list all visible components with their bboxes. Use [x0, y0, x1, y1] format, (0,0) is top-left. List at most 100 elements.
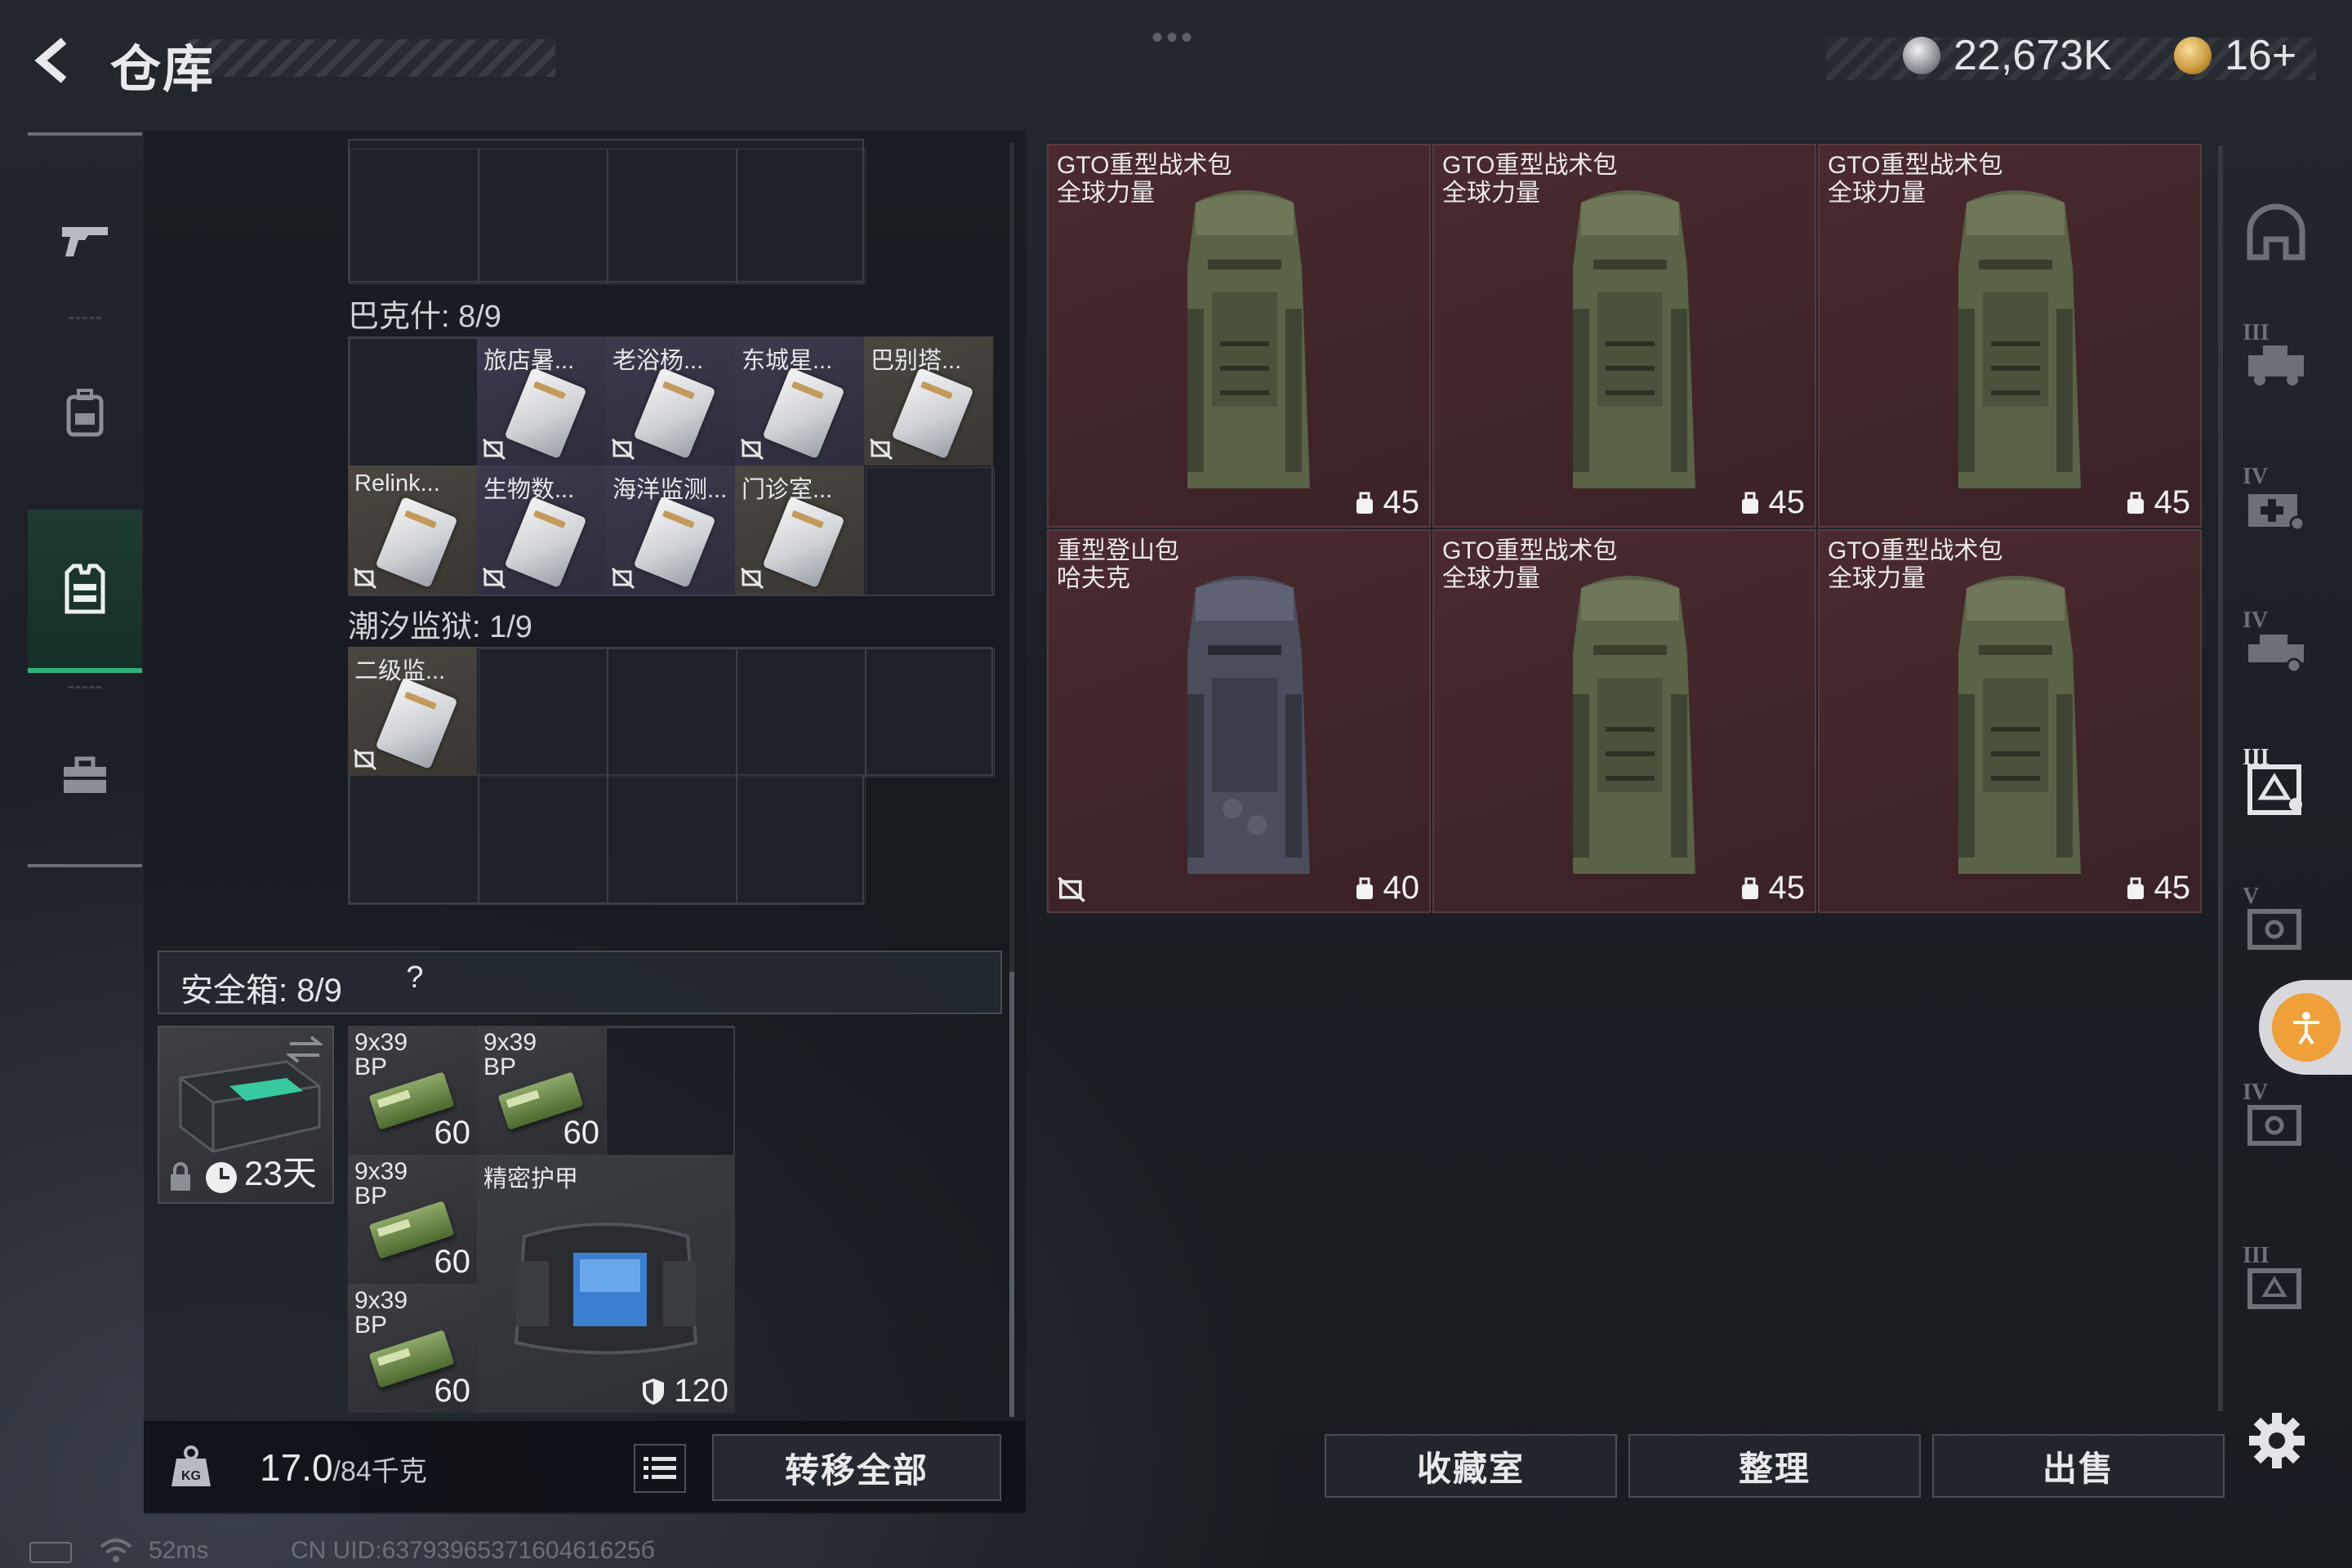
grid-cell[interactable] [350, 149, 479, 284]
currency-silver[interactable]: 22,673K [1903, 31, 2112, 80]
capacity-wrap: 45 [1740, 870, 1806, 906]
armor-value-wrap: 120 [641, 1373, 728, 1410]
capacity-wrap: 45 [1740, 484, 1805, 521]
safe-box-case[interactable]: 23天 [158, 1026, 334, 1204]
backpack-item[interactable]: 重型登山包 哈夫克 40 [1047, 529, 1431, 913]
ammo-count: 60 [563, 1115, 600, 1151]
stash-tab[interactable]: III [2226, 302, 2326, 425]
backpack-image [1187, 576, 1310, 874]
ammo-type: BP [354, 1183, 388, 1209]
backpack-item[interactable]: GTO重型战术包 全球力量 45 [1818, 529, 2202, 913]
back-arrow-icon [34, 38, 67, 83]
accessibility-float-button[interactable] [2259, 980, 2352, 1075]
armor-item[interactable]: 精密护甲 120 [477, 1155, 735, 1413]
keycard-image [762, 496, 845, 589]
backpack-image [1573, 576, 1695, 874]
grid-cell[interactable] [737, 774, 866, 903]
backpack-item[interactable]: GTO重型战术包 全球力量 45 [1818, 144, 2202, 528]
keycard-item[interactable]: Relink... [348, 466, 477, 595]
stash-tab[interactable]: V [2226, 866, 2326, 988]
backpack-item[interactable]: GTO重型战术包 全球力量 45 [1432, 529, 1816, 913]
ammo-item[interactable]: 9x39 BP 60 [348, 1026, 477, 1155]
grid-cell[interactable] [350, 774, 479, 903]
keycard-item[interactable]: 巴别塔... [864, 336, 993, 466]
stash-panel: GTO重型战术包 全球力量 45 GTO重型战术包 全球力量 45 GTO重型战… [1044, 142, 2210, 1488]
keycard-item[interactable]: 东城星... [735, 336, 864, 466]
item-label: 门诊室... [742, 477, 833, 503]
collection-room-button[interactable]: 收藏室 [1325, 1434, 1617, 1498]
keycard-item[interactable]: 老浴杨... [606, 336, 735, 466]
keycard-item[interactable]: 海洋监测... [606, 466, 735, 595]
grid-cell[interactable] [608, 648, 737, 777]
weight-icon: KG [172, 1446, 211, 1486]
backpack-image [1573, 190, 1695, 488]
backpack-capacity-icon [1741, 877, 1758, 899]
grid-cell[interactable] [608, 149, 737, 284]
keycard-image [504, 367, 587, 460]
keycard-item[interactable]: 门诊室... [735, 466, 864, 595]
keycard-item[interactable]: 旅店暑... [477, 336, 606, 466]
stash-tab[interactable]: III [2226, 1225, 2326, 1348]
stash-tab[interactable] [2226, 172, 2326, 294]
nav-weapons[interactable] [28, 158, 142, 322]
ammo-caliber: 9x39 [354, 1029, 408, 1056]
backpack-item[interactable]: GTO重型战术包 全球力量 45 [1432, 144, 1816, 528]
tab-tier: IV [2243, 1080, 2269, 1105]
stash-tab[interactable]: IV [2226, 590, 2326, 712]
grid-cell[interactable] [350, 338, 479, 467]
grid-cell[interactable] [866, 467, 995, 596]
grid-cell[interactable] [479, 774, 608, 903]
organize-button[interactable]: 整理 [1628, 1434, 1921, 1498]
weight-readout: 17.0/84千克 [260, 1446, 427, 1490]
stash-tab[interactable]: IV [2226, 446, 2326, 568]
tab-tier: IV [2243, 464, 2269, 489]
no-drop-icon [1058, 876, 1085, 902]
ammo-label: 9x39 BP [354, 1031, 408, 1080]
more-dots-icon[interactable]: ••• [1152, 20, 1196, 56]
nav-toolbox[interactable] [28, 694, 142, 858]
stash-scrollbar[interactable] [2218, 145, 2223, 1411]
currency-gold-value: 16+ [2225, 32, 2297, 79]
item-label: Relink... [354, 470, 440, 497]
backpack-capacity: 45 [1768, 870, 1806, 906]
backpack-brand: 全球力量 [1057, 180, 1155, 207]
ping-readout: 52ms [149, 1537, 209, 1564]
ammo-item[interactable]: 9x39 BP 60 [348, 1284, 477, 1413]
no-drop-icon [740, 567, 764, 590]
keycard-item[interactable]: 二级监... [348, 647, 477, 776]
nav-backpacks[interactable] [28, 332, 142, 495]
grid-cell[interactable] [606, 1027, 735, 1156]
transfer-all-button[interactable]: 转移全部 [712, 1434, 1001, 1501]
safe-box-title: 安全箱: 8/9 [180, 973, 342, 1009]
currency-gold[interactable]: 16+ [2174, 31, 2296, 80]
grid-cell[interactable] [608, 774, 737, 903]
inventory-scrollbar-thumb[interactable] [1009, 972, 1014, 1417]
settings-gear-icon[interactable] [2247, 1411, 2306, 1470]
grid-cell[interactable] [866, 648, 995, 777]
backpack-brand: 哈夫克 [1057, 565, 1130, 592]
ammo-item[interactable]: 9x39 BP 60 [477, 1026, 606, 1155]
tidal-prison-grid-lower [348, 774, 866, 905]
grid-cell[interactable] [737, 149, 866, 284]
backpack-capacity: 45 [2154, 484, 2191, 520]
list-view-button[interactable] [634, 1444, 686, 1493]
nav-vests[interactable] [28, 510, 142, 673]
ammo-item[interactable]: 9x39 BP 60 [348, 1155, 477, 1284]
back-button[interactable] [24, 29, 87, 91]
grid-cell[interactable] [479, 149, 608, 284]
swap-icon[interactable] [287, 1036, 323, 1063]
grid-cell[interactable] [479, 648, 608, 777]
stash-tab[interactable]: IV [2226, 1062, 2326, 1184]
lock-icon [171, 1162, 190, 1191]
help-button[interactable]: ? [396, 960, 434, 1003]
keycard-item[interactable]: 生物数... [477, 466, 606, 595]
sell-button[interactable]: 出售 [1932, 1434, 2225, 1498]
stash-tab-active[interactable]: III [2226, 727, 2326, 849]
item-label: 老浴杨... [612, 348, 704, 374]
backpack-item[interactable]: GTO重型战术包 全球力量 45 [1047, 144, 1431, 528]
previous-section-grid [348, 139, 866, 284]
grid-cell[interactable] [737, 648, 866, 777]
no-drop-icon [482, 567, 506, 590]
clock-icon [206, 1162, 237, 1193]
ammo-caliber: 9x39 [354, 1287, 408, 1314]
